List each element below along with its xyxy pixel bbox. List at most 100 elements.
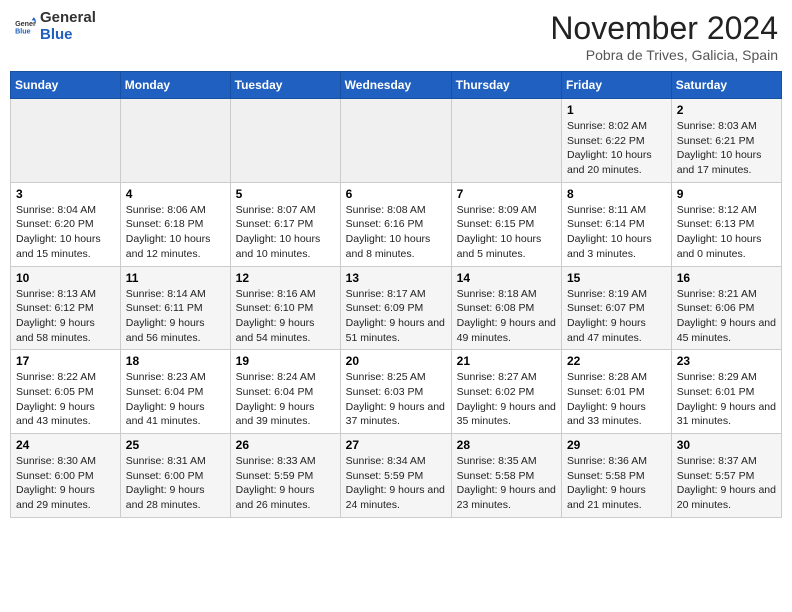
day-info: Sunrise: 8:09 AMSunset: 6:15 PMDaylight:…: [457, 203, 556, 262]
day-number: 27: [346, 438, 446, 452]
calendar-cell: 21 Sunrise: 8:27 AMSunset: 6:02 PMDayligh…: [451, 350, 561, 434]
day-number: 22: [567, 354, 666, 368]
calendar-cell: 17Sunrise: 8:22 AMSunset: 6:05 PMDayligh…: [11, 350, 121, 434]
day-info: Sunrise: 8:14 AMSunset: 6:11 PMDaylight:…: [126, 287, 225, 346]
day-info: Sunrise: 8:24 AMSunset: 6:04 PMDaylight:…: [236, 370, 335, 429]
day-info: Sunrise: 8:30 AMSunset: 6:00 PMDaylight:…: [16, 454, 115, 513]
logo-general-text: General: [40, 10, 96, 27]
day-info: Sunrise: 8:03 AMSunset: 6:21 PMDaylight:…: [677, 119, 776, 178]
day-info: Sunrise: 8:28 AMSunset: 6:01 PMDaylight:…: [567, 370, 666, 429]
calendar-cell: 13 Sunrise: 8:17 AMSunset: 6:09 PMDayligh…: [340, 266, 451, 350]
day-number: 10: [16, 271, 115, 285]
day-number: 18: [126, 354, 225, 368]
day-info: Sunrise: 8:04 AMSunset: 6:20 PMDaylight:…: [16, 203, 115, 262]
day-number: 6: [346, 187, 446, 201]
calendar-cell: 27 Sunrise: 8:34 AMSunset: 5:59 PMDayligh…: [340, 434, 451, 518]
calendar-cell: 9Sunrise: 8:12 AMSunset: 6:13 PMDaylight…: [671, 182, 781, 266]
calendar-table: SundayMondayTuesdayWednesdayThursdayFrid…: [10, 71, 782, 518]
day-number: 23: [677, 354, 776, 368]
weekday-header-wednesday: Wednesday: [340, 72, 451, 99]
day-info: Sunrise: 8:11 AMSunset: 6:14 PMDaylight:…: [567, 203, 666, 262]
calendar-cell: 28 Sunrise: 8:35 AMSunset: 5:58 PMDayligh…: [451, 434, 561, 518]
weekday-header-saturday: Saturday: [671, 72, 781, 99]
calendar-cell: 11Sunrise: 8:14 AMSunset: 6:11 PMDayligh…: [120, 266, 230, 350]
month-title: November 2024: [550, 10, 778, 47]
calendar-week-row: 24 Sunrise: 8:30 AMSunset: 6:00 PMDayligh…: [11, 434, 782, 518]
day-number: 8: [567, 187, 666, 201]
day-info: Sunrise: 8:07 AMSunset: 6:17 PMDaylight:…: [236, 203, 335, 262]
day-number: 17: [16, 354, 115, 368]
calendar-week-row: 10 Sunrise: 8:13 AMSunset: 6:12 PMDayligh…: [11, 266, 782, 350]
calendar-cell: 1 Sunrise: 8:02 AMSunset: 6:22 PMDaylight…: [562, 99, 672, 183]
day-info: Sunrise: 8:25 AMSunset: 6:03 PMDaylight:…: [346, 370, 446, 429]
day-info: Sunrise: 8:16 AMSunset: 6:10 PMDaylight:…: [236, 287, 335, 346]
day-number: 26: [236, 438, 335, 452]
calendar-cell: 7 Sunrise: 8:09 AMSunset: 6:15 PMDaylight…: [451, 182, 561, 266]
calendar-cell: 20 Sunrise: 8:25 AMSunset: 6:03 PMDayligh…: [340, 350, 451, 434]
day-info: Sunrise: 8:06 AMSunset: 6:18 PMDaylight:…: [126, 203, 225, 262]
calendar-header: SundayMondayTuesdayWednesdayThursdayFrid…: [11, 72, 782, 99]
calendar-cell: [11, 99, 121, 183]
weekday-header-row: SundayMondayTuesdayWednesdayThursdayFrid…: [11, 72, 782, 99]
calendar-week-row: 1 Sunrise: 8:02 AMSunset: 6:22 PMDaylight…: [11, 99, 782, 183]
day-info: Sunrise: 8:35 AMSunset: 5:58 PMDaylight:…: [457, 454, 556, 513]
calendar-cell: 18 Sunrise: 8:23 AMSunset: 6:04 PMDayligh…: [120, 350, 230, 434]
page-header: General Blue General Blue November 2024 …: [10, 10, 782, 63]
day-number: 9: [677, 187, 776, 201]
day-info: Sunrise: 8:27 AMSunset: 6:02 PMDaylight:…: [457, 370, 556, 429]
weekday-header-thursday: Thursday: [451, 72, 561, 99]
calendar-cell: 3Sunrise: 8:04 AMSunset: 6:20 PMDaylight…: [11, 182, 121, 266]
day-info: Sunrise: 8:37 AMSunset: 5:57 PMDaylight:…: [677, 454, 776, 513]
day-number: 30: [677, 438, 776, 452]
day-number: 1: [567, 103, 666, 117]
day-number: 24: [16, 438, 115, 452]
day-number: 12: [236, 271, 335, 285]
calendar-week-row: 17Sunrise: 8:22 AMSunset: 6:05 PMDayligh…: [11, 350, 782, 434]
day-number: 14: [457, 271, 556, 285]
calendar-cell: 4 Sunrise: 8:06 AMSunset: 6:18 PMDaylight…: [120, 182, 230, 266]
calendar-cell: 26Sunrise: 8:33 AMSunset: 5:59 PMDayligh…: [230, 434, 340, 518]
day-number: 25: [126, 438, 225, 452]
day-number: 28: [457, 438, 556, 452]
day-info: Sunrise: 8:19 AMSunset: 6:07 PMDaylight:…: [567, 287, 666, 346]
day-info: Sunrise: 8:02 AMSunset: 6:22 PMDaylight:…: [567, 119, 666, 178]
day-info: Sunrise: 8:17 AMSunset: 6:09 PMDaylight:…: [346, 287, 446, 346]
calendar-cell: [230, 99, 340, 183]
day-info: Sunrise: 8:36 AMSunset: 5:58 PMDaylight:…: [567, 454, 666, 513]
calendar-cell: [120, 99, 230, 183]
day-number: 13: [346, 271, 446, 285]
day-number: 15: [567, 271, 666, 285]
day-number: 16: [677, 271, 776, 285]
logo-icon: General Blue: [14, 16, 36, 38]
calendar-cell: 12 Sunrise: 8:16 AMSunset: 6:10 PMDayligh…: [230, 266, 340, 350]
title-section: November 2024 Pobra de Trives, Galicia, …: [550, 10, 778, 63]
day-info: Sunrise: 8:08 AMSunset: 6:16 PMDaylight:…: [346, 203, 446, 262]
day-number: 2: [677, 103, 776, 117]
day-info: Sunrise: 8:34 AMSunset: 5:59 PMDaylight:…: [346, 454, 446, 513]
svg-text:Blue: Blue: [15, 27, 31, 35]
day-info: Sunrise: 8:31 AMSunset: 6:00 PMDaylight:…: [126, 454, 225, 513]
location-text: Pobra de Trives, Galicia, Spain: [550, 47, 778, 63]
weekday-header-sunday: Sunday: [11, 72, 121, 99]
day-number: 4: [126, 187, 225, 201]
calendar-body: 1 Sunrise: 8:02 AMSunset: 6:22 PMDaylight…: [11, 99, 782, 518]
day-number: 5: [236, 187, 335, 201]
calendar-cell: 30 Sunrise: 8:37 AMSunset: 5:57 PMDayligh…: [671, 434, 781, 518]
day-info: Sunrise: 8:13 AMSunset: 6:12 PMDaylight:…: [16, 287, 115, 346]
calendar-cell: 16 Sunrise: 8:21 AMSunset: 6:06 PMDayligh…: [671, 266, 781, 350]
svg-text:General: General: [15, 19, 36, 27]
logo: General Blue General Blue: [14, 10, 96, 43]
calendar-cell: 10 Sunrise: 8:13 AMSunset: 6:12 PMDayligh…: [11, 266, 121, 350]
day-info: Sunrise: 8:29 AMSunset: 6:01 PMDaylight:…: [677, 370, 776, 429]
day-number: 7: [457, 187, 556, 201]
day-number: 20: [346, 354, 446, 368]
day-number: 21: [457, 354, 556, 368]
calendar-cell: [451, 99, 561, 183]
logo-blue-text: Blue: [40, 27, 96, 44]
day-info: Sunrise: 8:21 AMSunset: 6:06 PMDaylight:…: [677, 287, 776, 346]
calendar-cell: 24 Sunrise: 8:30 AMSunset: 6:00 PMDayligh…: [11, 434, 121, 518]
day-info: Sunrise: 8:18 AMSunset: 6:08 PMDaylight:…: [457, 287, 556, 346]
calendar-cell: 2 Sunrise: 8:03 AMSunset: 6:21 PMDaylight…: [671, 99, 781, 183]
day-info: Sunrise: 8:23 AMSunset: 6:04 PMDaylight:…: [126, 370, 225, 429]
calendar-cell: 22 Sunrise: 8:28 AMSunset: 6:01 PMDayligh…: [562, 350, 672, 434]
